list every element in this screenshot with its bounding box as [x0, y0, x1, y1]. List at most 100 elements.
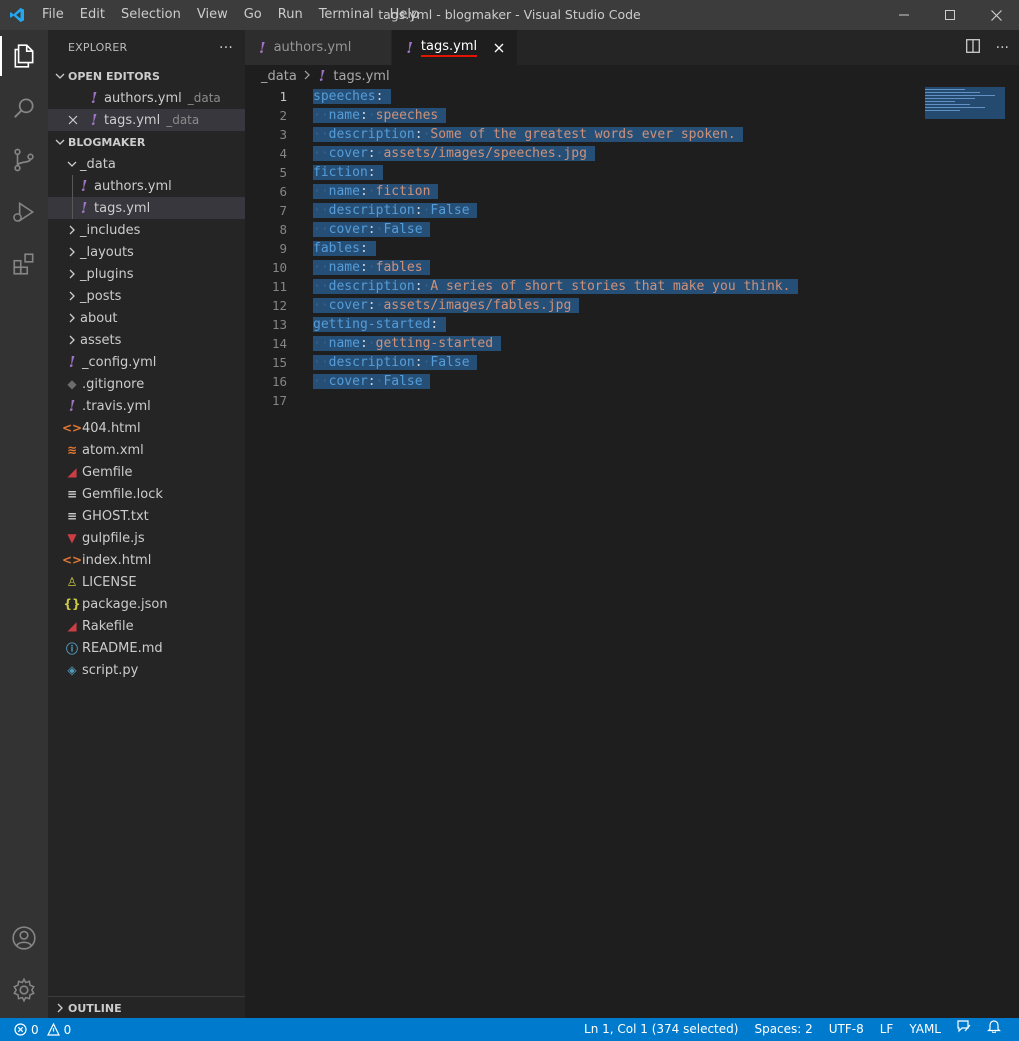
file-item[interactable]: ▼ gulpfile.js: [48, 527, 245, 549]
yaml-value: False: [430, 203, 470, 218]
editor-tabs: ! authors.yml ! tags.yml ···: [245, 30, 1019, 65]
menu-terminal[interactable]: Terminal: [311, 0, 382, 30]
menu-file[interactable]: File: [34, 0, 72, 30]
extensions-activity-button[interactable]: [0, 238, 48, 290]
minimize-button[interactable]: [881, 0, 927, 30]
line-number: 4: [279, 146, 287, 161]
file-item[interactable]: <> 404.html: [48, 417, 245, 439]
workspace-section-header[interactable]: BLOGMAKER: [48, 131, 245, 153]
yaml-value: A series of short stories that make you …: [430, 279, 791, 294]
info-icon: ⓘ: [65, 641, 78, 656]
file-item[interactable]: ! .travis.yml: [48, 395, 245, 417]
open-editor-item-active[interactable]: ! tags.yml _data: [48, 109, 245, 131]
folder-item[interactable]: _plugins: [48, 263, 245, 285]
feedback-button[interactable]: [949, 1018, 979, 1041]
menu-run[interactable]: Run: [270, 0, 311, 30]
file-item[interactable]: {} package.json: [48, 593, 245, 615]
ruby-icon: ◢: [67, 465, 77, 479]
explorer-activity-button[interactable]: [0, 30, 48, 82]
yaml-icon: !: [90, 111, 98, 129]
file-name: index.html: [82, 552, 152, 568]
notifications-button[interactable]: [979, 1018, 1009, 1041]
file-name: GHOST.txt: [82, 508, 149, 524]
code-line: ··cover:·assets/images/fables.jpg: [313, 296, 798, 315]
code-line: ··cover:·False: [313, 372, 798, 391]
file-item[interactable]: ! authors.yml: [48, 175, 245, 197]
cursor-position[interactable]: Ln 1, Col 1 (374 selected): [576, 1018, 746, 1041]
status-bar: 0 0 Ln 1, Col 1 (374 selected) Spaces: 2…: [0, 1018, 1019, 1041]
line-number: 15: [271, 355, 287, 370]
more-actions-button[interactable]: ···: [219, 40, 233, 56]
yaml-value: assets/images/speeches.jpg: [383, 146, 587, 161]
source-control-activity-button[interactable]: [0, 134, 48, 186]
indent-whitespace: ··: [313, 184, 329, 199]
code-lines[interactable]: speeches: ··name:·speeches ··description…: [313, 87, 799, 410]
menu-edit[interactable]: Edit: [72, 0, 113, 30]
open-editor-folder: _data: [187, 91, 221, 105]
close-tab-button[interactable]: [491, 40, 507, 56]
explorer-header: EXPLORER ···: [48, 30, 245, 65]
file-name: Rakefile: [82, 618, 134, 634]
open-editors-label: OPEN EDITORS: [68, 69, 160, 83]
file-item[interactable]: ◈ script.py: [48, 659, 245, 681]
encoding[interactable]: UTF-8: [821, 1018, 872, 1041]
license-icon: ♙: [66, 575, 78, 589]
accounts-activity-button[interactable]: [0, 912, 48, 964]
outline-section-header[interactable]: OUTLINE: [48, 996, 245, 1018]
files-icon: [14, 44, 34, 68]
menu-help[interactable]: Help: [382, 0, 428, 30]
folder-item[interactable]: assets: [48, 329, 245, 351]
file-name: _config.yml: [82, 354, 157, 370]
code-editor[interactable]: 1 2 3 4 5 6 7 8 9 10 11 12 13 14 15 16 17 speeches: ··na…: [245, 87, 1019, 1018]
folder-item[interactable]: _includes: [48, 219, 245, 241]
yaml-icon: !: [80, 199, 88, 217]
yaml-key: description: [328, 279, 415, 294]
close-window-button[interactable]: [973, 0, 1019, 30]
language-mode[interactable]: YAML: [901, 1018, 949, 1041]
minimap[interactable]: [925, 87, 1005, 119]
end-of-line[interactable]: LF: [872, 1018, 902, 1041]
indentation[interactable]: Spaces: 2: [746, 1018, 820, 1041]
file-item[interactable]: ! _config.yml: [48, 351, 245, 373]
warning-count: 0: [63, 1022, 72, 1037]
line-number: 12: [271, 298, 287, 313]
file-name: .travis.yml: [82, 398, 151, 414]
tab-label: tags.yml: [420, 39, 478, 57]
open-editor-item[interactable]: ! authors.yml _data: [48, 87, 245, 109]
folder-item[interactable]: about: [48, 307, 245, 329]
file-item[interactable]: ♙ LICENSE: [48, 571, 245, 593]
breadcrumb-folder[interactable]: _data: [261, 69, 297, 84]
menu-go[interactable]: Go: [236, 0, 270, 30]
maximize-button[interactable]: [927, 0, 973, 30]
folder-item-data[interactable]: _data: [48, 153, 245, 175]
file-item[interactable]: ≡ GHOST.txt: [48, 505, 245, 527]
tab-authors-yml[interactable]: ! authors.yml: [245, 30, 393, 65]
close-editor-icon[interactable]: [68, 115, 86, 125]
folder-item[interactable]: _posts: [48, 285, 245, 307]
breadcrumb-file[interactable]: tags.yml: [333, 69, 389, 84]
yaml-value: fables: [375, 260, 423, 275]
open-editors-section-header[interactable]: OPEN EDITORS: [48, 65, 245, 87]
code-line: ··cover:·assets/images/speeches.jpg: [313, 144, 798, 163]
split-editor-button[interactable]: [965, 38, 980, 57]
tab-tags-yml[interactable]: ! tags.yml: [392, 30, 519, 65]
search-activity-button[interactable]: [0, 82, 48, 134]
file-item[interactable]: ◆ .gitignore: [48, 373, 245, 395]
file-item[interactable]: ≋ atom.xml: [48, 439, 245, 461]
yaml-icon: !: [68, 353, 76, 371]
problems-indicator[interactable]: 0 0: [0, 1023, 71, 1037]
manage-activity-button[interactable]: [0, 964, 48, 1016]
file-item[interactable]: ≡ Gemfile.lock: [48, 483, 245, 505]
run-debug-activity-button[interactable]: [0, 186, 48, 238]
folder-item[interactable]: _layouts: [48, 241, 245, 263]
vscode-logo-icon: [0, 0, 34, 30]
menu-selection[interactable]: Selection: [113, 0, 189, 30]
more-actions-button[interactable]: ···: [996, 40, 1009, 56]
file-item[interactable]: ◢ Gemfile: [48, 461, 245, 483]
file-item-selected[interactable]: ! tags.yml: [48, 197, 245, 219]
file-item[interactable]: <> index.html: [48, 549, 245, 571]
menu-view[interactable]: View: [189, 0, 236, 30]
file-item[interactable]: ◢ Rakefile: [48, 615, 245, 637]
file-item[interactable]: ⓘ README.md: [48, 637, 245, 659]
line-number: 17: [271, 393, 287, 408]
